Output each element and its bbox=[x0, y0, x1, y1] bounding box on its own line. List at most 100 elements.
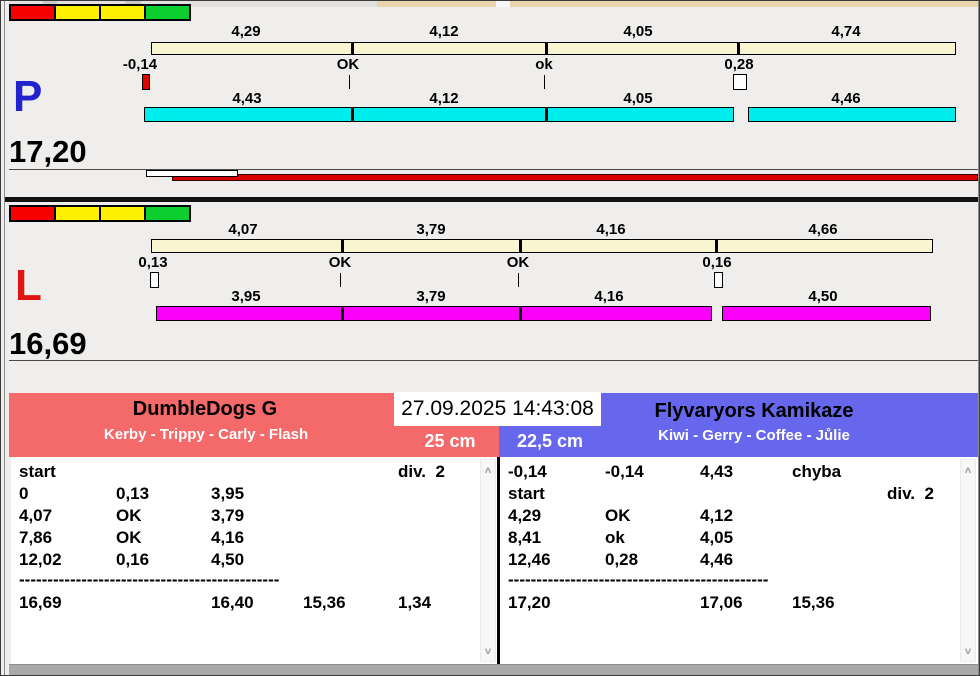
p-segment-label-2: 4,12 bbox=[429, 90, 459, 107]
l-split-label-1: 4,07 bbox=[228, 221, 258, 238]
p-change-tick-1 bbox=[349, 75, 350, 89]
l-mark-label-3: OK bbox=[506, 254, 530, 271]
l-mark-label-1: 0,13 bbox=[138, 254, 168, 271]
l-segment-label-4: 4,50 bbox=[808, 288, 838, 305]
l-split-tick-1 bbox=[341, 240, 344, 252]
p-segment-label-1: 4,43 bbox=[232, 90, 262, 107]
l-traffic-blocks bbox=[9, 205, 191, 222]
table-total-row: 17,20 17,06 15,36 bbox=[508, 593, 835, 612]
table-row: 4,07 OK 3,79 bbox=[19, 506, 245, 525]
table-row: -0,14 -0,14 4,43 chyba bbox=[508, 462, 842, 481]
window-left-frame bbox=[4, 1, 5, 675]
table-separator: ----------------------------------------… bbox=[19, 570, 280, 589]
l-block-yellow-2 bbox=[99, 205, 146, 222]
team-left-dogs: Kerby - Trippy - Carly - Flash bbox=[103, 426, 309, 443]
top-strip-notch bbox=[496, 1, 510, 7]
p-segment-label-4: 4,46 bbox=[831, 90, 861, 107]
p-gap-marker bbox=[733, 74, 747, 90]
p-traffic-blocks bbox=[9, 4, 191, 21]
p-split-tick-3 bbox=[737, 43, 740, 54]
scroll-down-icon[interactable]: ∨ bbox=[961, 647, 975, 656]
scroll-up-icon[interactable]: ∧ bbox=[481, 466, 495, 475]
scroll-up-icon[interactable]: ∧ bbox=[961, 466, 975, 475]
l-block-yellow-1 bbox=[54, 205, 101, 222]
table-total-row: 16,69 16,40 15,36 1,34 bbox=[19, 593, 432, 612]
l-split-tick-3 bbox=[715, 240, 718, 252]
table-row: 12,02 0,16 4,50 bbox=[19, 550, 245, 569]
p-split-bar bbox=[151, 42, 956, 55]
table-row: 7,86 OK 4,16 bbox=[19, 528, 245, 547]
p-mark-label-1: -0,14 bbox=[122, 56, 158, 73]
l-segment-bar-2 bbox=[722, 306, 931, 321]
table-row: 12,46 0,28 4,46 bbox=[508, 550, 734, 569]
window-right-frame bbox=[978, 1, 979, 675]
l-segment-label-1: 3,95 bbox=[231, 288, 261, 305]
p-lane-label: P bbox=[13, 72, 43, 121]
table-row: 8,41 ok 4,05 bbox=[508, 528, 734, 547]
p-split-label-4: 4,74 bbox=[831, 23, 861, 40]
l-start-marker bbox=[150, 272, 159, 288]
l-split-bar bbox=[151, 239, 933, 253]
team-right-jump-height: 22,5 cm bbox=[516, 431, 584, 451]
l-mark-label-4: 0,16 bbox=[702, 254, 732, 271]
l-segment-label-2: 3,79 bbox=[416, 288, 446, 305]
l-split-label-2: 3,79 bbox=[416, 221, 446, 238]
l-block-red bbox=[9, 205, 56, 222]
team-left-result-panel[interactable]: start div. 2 0 0,13 3,95 4,07 OK 3,79 7,86 OK 4… bbox=[11, 457, 497, 664]
p-split-tick-2 bbox=[545, 43, 548, 54]
p-mark-label-4: 0,28 bbox=[724, 56, 754, 73]
l-mark-label-2: OK bbox=[328, 254, 352, 271]
l-change-tick-1 bbox=[340, 273, 341, 287]
datetime-display: 27.09.2025 14:43:08 bbox=[394, 392, 601, 426]
team-left-jump-height: 25 cm bbox=[424, 431, 476, 451]
flyball-timer-window: P 17,20 4,29 4,12 4,05 4,74 -0,14 OK ok … bbox=[0, 0, 980, 676]
p-mark-label-3: ok bbox=[535, 56, 553, 73]
p-segment-bar-2 bbox=[748, 107, 956, 122]
p-segment-bar-1 bbox=[144, 107, 734, 122]
l-gap-marker bbox=[714, 272, 723, 288]
table-row: 0 0,13 3,95 bbox=[19, 484, 245, 503]
p-block-red bbox=[9, 4, 56, 21]
team-left-name: DumbleDogs G bbox=[132, 398, 278, 420]
table-row: start div. 2 bbox=[19, 462, 445, 481]
p-segment-tick-2 bbox=[545, 108, 548, 121]
table-row: 4,29 OK 4,12 bbox=[508, 506, 734, 525]
l-segment-bar-1 bbox=[156, 306, 712, 321]
p-mark-label-2: OK bbox=[336, 56, 360, 73]
lane-separator-bar bbox=[5, 197, 978, 202]
l-split-tick-2 bbox=[519, 240, 522, 252]
p-split-tick-1 bbox=[351, 43, 354, 54]
l-section-divider bbox=[9, 360, 978, 361]
run-progress-bar bbox=[172, 174, 978, 181]
table-separator: ----------------------------------------… bbox=[508, 570, 769, 589]
p-block-yellow-1 bbox=[54, 4, 101, 21]
team-right-name: Flyvaryors Kamikaze bbox=[654, 400, 854, 422]
left-panel-scrollbar[interactable]: ∧ ∨ bbox=[480, 459, 496, 662]
p-block-yellow-2 bbox=[99, 4, 146, 21]
table-row: start div. 2 bbox=[508, 484, 934, 503]
l-change-tick-2 bbox=[518, 273, 519, 287]
p-segment-tick-1 bbox=[351, 108, 354, 121]
l-split-label-4: 4,66 bbox=[808, 221, 838, 238]
l-lane-label: L bbox=[15, 261, 42, 310]
right-panel-scrollbar[interactable]: ∧ ∨ bbox=[960, 459, 976, 662]
p-start-fault-marker bbox=[142, 74, 150, 90]
l-segment-tick-1 bbox=[341, 307, 344, 320]
p-split-label-1: 4,29 bbox=[231, 23, 261, 40]
l-split-label-3: 4,16 bbox=[596, 221, 626, 238]
bottom-status-strip bbox=[9, 664, 978, 675]
team-right-result-panel[interactable]: -0,14 -0,14 4,43 chyba start div. 2 4,29 OK 4,… bbox=[500, 457, 978, 664]
run-marker-bar bbox=[146, 170, 238, 177]
p-segment-label-3: 4,05 bbox=[623, 90, 653, 107]
l-segment-tick-2 bbox=[519, 307, 522, 320]
scroll-down-icon[interactable]: ∨ bbox=[481, 647, 495, 656]
top-strip-tan bbox=[377, 1, 978, 7]
p-split-label-2: 4,12 bbox=[429, 23, 459, 40]
l-block-green bbox=[144, 205, 191, 222]
p-split-label-3: 4,05 bbox=[623, 23, 653, 40]
p-change-tick-2 bbox=[544, 75, 545, 89]
l-total-time: 16,69 bbox=[9, 326, 87, 361]
team-right-dogs: Kiwi - Gerry - Coffee - Jůlie bbox=[658, 427, 850, 444]
l-segment-label-3: 4,16 bbox=[594, 288, 624, 305]
p-total-time: 17,20 bbox=[9, 134, 87, 169]
